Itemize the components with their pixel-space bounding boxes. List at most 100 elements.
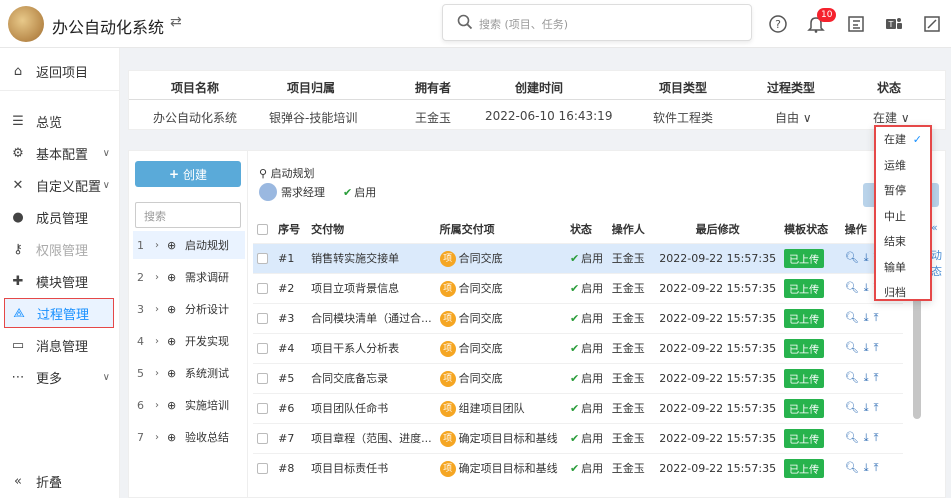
table-row[interactable]: #8 项目目标责任书项确定项目目标和基线 ✔ 启用 王金玉 2022-09-22 15:5… (253, 452, 903, 483)
row-checkbox[interactable] (257, 403, 268, 414)
table-row[interactable]: #2 项目立项背景信息项合同交底 ✔ 启用 王金玉 2022-09-22 15:57:35… (253, 272, 903, 303)
project-org-value: 银弹谷-技能培训 (269, 111, 358, 125)
row-checkbox[interactable] (257, 433, 268, 444)
tree-item[interactable]: 5 › ⊕ 系统测试 (133, 359, 245, 387)
teams-icon[interactable]: T (884, 14, 904, 34)
row-checkbox[interactable] (257, 313, 268, 324)
download-icon[interactable]: ⤓ (864, 311, 869, 325)
status-option[interactable]: 暂停 (884, 182, 906, 198)
upload-icon[interactable]: ⤒ (874, 401, 879, 415)
app-title[interactable]: 办公自动化系统 (52, 14, 164, 38)
tree-search-input[interactable]: 搜索 (135, 202, 241, 228)
activity-label[interactable]: 动 (931, 247, 942, 263)
create-button[interactable]: + 创建 (135, 161, 241, 187)
row-deliverable[interactable]: 项目干系人分析表 (307, 332, 436, 363)
select-all-checkbox[interactable] (257, 223, 268, 235)
sidebar-item-label: 权限管理 (36, 243, 89, 259)
preview-icon[interactable]: 🔍︎ (845, 251, 859, 264)
tree-item[interactable]: 3 › ⊕ 分析设计 (133, 295, 245, 323)
tree-item[interactable]: 4 › ⊕ 开发实现 (133, 327, 245, 355)
table-row[interactable]: #5 合同交底备忘录项合同交底 ✔ 启用 王金玉 2022-09-22 15:57:35 已… (253, 362, 903, 393)
template-status-badge[interactable]: 已上传 (784, 458, 825, 478)
row-deliverable[interactable]: 项目目标责任书 (307, 452, 436, 483)
tree-item[interactable]: 7 › ⊕ 验收总结 (133, 423, 245, 451)
preview-icon[interactable]: 🔍︎ (845, 341, 859, 354)
template-status-badge[interactable]: 已上传 (784, 278, 825, 298)
template-status-badge[interactable]: 已上传 (784, 398, 825, 418)
row-checkbox[interactable] (257, 253, 268, 264)
table-row[interactable]: #6 项目团队任命书项组建项目团队 ✔ 启用 王金玉 2022-09-22 15:57:3… (253, 392, 903, 423)
sidebar-item-custom-config[interactable]: ✕ 自定义配置 ∨ (4, 170, 114, 200)
sidebar-item-permissions[interactable]: ⚷ 权限管理 (4, 234, 114, 264)
preview-icon[interactable]: 🔍︎ (845, 401, 859, 414)
preview-icon[interactable]: 🔍︎ (845, 311, 859, 324)
status-option[interactable]: 在建 ✓ (884, 131, 928, 147)
tree-item[interactable]: 1 › ⊕ 启动规划 (133, 231, 245, 259)
preview-icon[interactable]: 🔍︎ (845, 461, 859, 474)
status-option[interactable]: 结束 (884, 233, 906, 249)
activity-label-2[interactable]: 态 (931, 263, 942, 279)
sidebar-item-basic-config[interactable]: ⚙ 基本配置 ∨ (4, 138, 114, 168)
template-status-badge[interactable]: 已上传 (784, 368, 825, 388)
sidebar-item-more[interactable]: ⋯ 更多 ∨ (4, 362, 114, 392)
collapse-button[interactable]: « 折叠 (4, 466, 114, 496)
search-icon (457, 14, 473, 30)
status-option[interactable]: 中止 (884, 208, 906, 224)
row-deliverable[interactable]: 项目立项背景信息 (307, 272, 436, 303)
sidebar-item-process[interactable]: ⟁ 过程管理 (4, 298, 114, 328)
back-to-projects[interactable]: ⌂ 返回项目 (4, 56, 114, 86)
help-icon[interactable]: ? (768, 14, 788, 34)
tree-item[interactable]: 6 › ⊕ 实施培训 (133, 391, 245, 419)
row-checkbox[interactable] (257, 463, 268, 475)
swap-app-icon[interactable]: ⇄ (170, 14, 182, 30)
row-checkbox[interactable] (257, 283, 268, 294)
global-search[interactable]: 搜索 (项目、任务) (442, 4, 752, 41)
download-icon[interactable]: ⤓ (864, 461, 869, 475)
download-icon[interactable]: ⤓ (864, 251, 869, 265)
template-status-badge[interactable]: 已上传 (784, 308, 825, 328)
template-status-badge[interactable]: 已上传 (784, 248, 825, 268)
sidebar-item-members[interactable]: ● 成员管理 (4, 202, 114, 232)
sidebar-item-label: 过程管理 (37, 307, 90, 323)
template-status-badge[interactable]: 已上传 (784, 428, 825, 448)
upload-icon[interactable]: ⤒ (874, 461, 879, 475)
download-icon[interactable]: ⤓ (864, 431, 869, 445)
download-icon[interactable]: ⤓ (864, 281, 869, 295)
row-checkbox[interactable] (257, 343, 268, 354)
download-icon[interactable]: ⤓ (864, 401, 869, 415)
expand-icon[interactable] (922, 14, 942, 34)
preview-icon[interactable]: 🔍︎ (845, 371, 859, 384)
row-deliverable[interactable]: 销售转实施交接单 (307, 242, 436, 273)
upload-icon[interactable]: ⤒ (874, 311, 879, 325)
sidebar-item-modules[interactable]: ✚ 模块管理 (4, 266, 114, 296)
sidebar-item-messages[interactable]: ▭ 消息管理 (4, 330, 114, 360)
download-icon[interactable]: ⤓ (864, 341, 869, 355)
preview-icon[interactable]: 🔍︎ (845, 431, 859, 444)
row-deliverable[interactable]: 合同模块清单（通过合... (307, 302, 436, 333)
row-deliverable[interactable]: 合同交底备忘录 (307, 362, 436, 393)
download-icon[interactable]: ⤓ (864, 371, 869, 385)
sidebar-item-overview[interactable]: ☰ 总览 (4, 106, 114, 136)
upload-icon[interactable]: ⤒ (874, 341, 879, 355)
preview-icon[interactable]: 🔍︎ (845, 281, 859, 294)
tree-item[interactable]: 2 › ⊕ 需求调研 (133, 263, 245, 291)
row-checkbox[interactable] (257, 373, 268, 384)
status-option[interactable]: 归档 (884, 284, 906, 300)
template-status-badge[interactable]: 已上传 (784, 338, 825, 358)
table-row[interactable]: #1 销售转实施交接单项合同交底 ✔ 启用 王金玉 2022-09-22 15:57:35… (253, 242, 903, 273)
table-row[interactable]: #3 合同模块清单（通过合... 项合同交底 ✔ 启用 王金玉 2022-09-22 15:… (253, 302, 903, 333)
table-row[interactable]: #7 项目章程（范围、进度... 项确定项目目标和基线 ✔ 启用 王金玉 2022-09-2… (253, 422, 903, 453)
upload-icon[interactable]: ⤒ (874, 431, 879, 445)
process-type-select[interactable]: 自由 ∨ (775, 109, 812, 126)
row-deliverable[interactable]: 项目团队任命书 (307, 392, 436, 423)
row-operator: 王金玉 (607, 422, 656, 453)
row-deliverable[interactable]: 项目章程（范围、进度... (307, 422, 436, 453)
upload-icon[interactable]: ⤒ (874, 371, 879, 385)
status-option[interactable]: 输单 (884, 259, 906, 275)
table-row[interactable]: #4 项目干系人分析表项合同交底 ✔ 启用 王金玉 2022-09-22 15:57:35… (253, 332, 903, 363)
status-option[interactable]: 运维 (884, 157, 906, 173)
collapse-right-icon[interactable]: « (931, 221, 938, 234)
layout-icon[interactable] (846, 14, 866, 34)
status-select[interactable]: 在建 ∨ (873, 109, 910, 126)
app-logo[interactable] (8, 6, 44, 42)
